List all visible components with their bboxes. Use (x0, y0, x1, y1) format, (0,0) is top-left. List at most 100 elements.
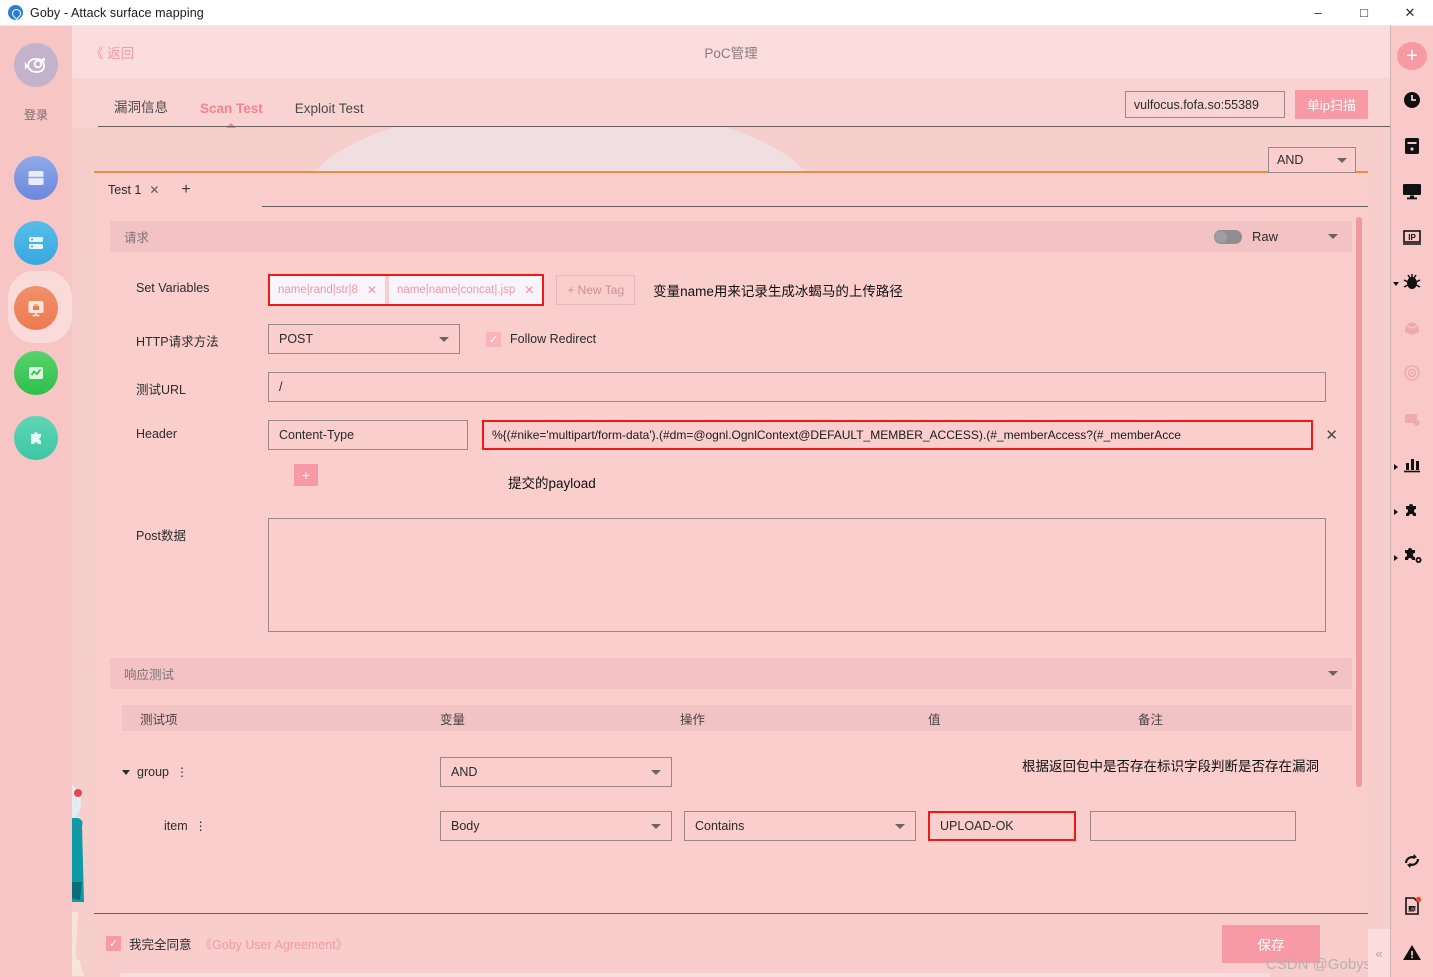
scrollbar-track[interactable] (1356, 211, 1365, 907)
monitor-item[interactable] (1391, 171, 1433, 217)
variable-tag[interactable]: name|rand|str|8 ✕ (270, 276, 385, 304)
item-menu-icon[interactable]: ⋮ (195, 820, 207, 832)
set-variables-label: Set Variables (136, 281, 210, 295)
recent-tasks-item[interactable] (1391, 80, 1433, 126)
reports-item[interactable] (1391, 444, 1433, 490)
column-header-operation: 操作 (680, 712, 706, 727)
vuln-scan-item[interactable] (1391, 353, 1433, 399)
collapse-handle[interactable]: « (1368, 929, 1390, 977)
test-tab-1[interactable]: Test 1 ✕ (108, 183, 159, 197)
agreement-checkbox[interactable]: ✓ (106, 936, 121, 951)
request-section-title: 请求 (124, 231, 150, 245)
header-add-button[interactable]: + (294, 464, 318, 486)
variable-tag[interactable]: name|name|concat|.jsp ✕ (388, 276, 543, 304)
new-tag-button[interactable]: + New Tag (556, 275, 636, 305)
chevron-down-icon (895, 823, 905, 829)
close-icon[interactable]: ✕ (149, 183, 159, 197)
agreement-link[interactable]: 《Goby User Agreement》 (200, 934, 349, 953)
vuln-group-item[interactable] (1391, 262, 1433, 308)
tab-vuln-info[interactable]: 漏洞信息 (98, 96, 184, 127)
sidebar-login-label[interactable]: 登录 (0, 106, 72, 123)
header-value-input[interactable]: %{(#nike='multipart/form-data').(#dm=@og… (482, 420, 1314, 450)
application-body: 《 返回 PoC管理 漏洞信息 Scan Test Exploit Test 单… (72, 26, 1390, 977)
header-remove-icon[interactable]: ✕ (1325, 426, 1338, 444)
expand-triangle-icon[interactable] (122, 769, 130, 775)
group-row-name[interactable]: group ⋮ (122, 765, 440, 779)
box-icon (1401, 318, 1423, 343)
response-section-header[interactable]: 响应测试 (110, 658, 1352, 689)
agreement-row[interactable]: ✓ 我完全同意 《Goby User Agreement》 (106, 934, 348, 953)
minimize-icon[interactable]: – (1295, 0, 1341, 26)
remove-icon[interactable]: ✕ (367, 283, 377, 297)
post-data-row: Post数据 (110, 492, 1352, 632)
item-value-input[interactable]: UPLOAD-OK (928, 811, 1076, 841)
follow-redirect-row[interactable]: ✓ Follow Redirect (486, 331, 597, 347)
ip-item[interactable]: IP (1391, 216, 1433, 262)
test-url-label: 测试URL (136, 383, 187, 397)
chevron-down-icon[interactable] (1328, 671, 1338, 676)
variables-annotation: 变量name用来记录生成冰蝎马的上传路径 (653, 284, 903, 299)
poc-editor-card: Test 1 ✕ + AND 请求 Raw Set Variables name… (94, 147, 1368, 911)
target-controls: 单ip扫描 (1124, 90, 1368, 119)
item-operation-select[interactable]: Contains (684, 811, 916, 841)
logic-operator-select[interactable]: AND (1268, 147, 1356, 173)
group-variable-select[interactable]: AND (440, 757, 672, 787)
request-section-header[interactable]: 请求 Raw (110, 221, 1352, 252)
plugin-settings-item[interactable] (1391, 535, 1433, 581)
follow-redirect-checkbox[interactable]: ✓ (486, 331, 501, 347)
http-method-select[interactable]: POST (268, 324, 460, 354)
follow-redirect-label: Follow Redirect (510, 332, 597, 346)
db-lock-icon (1401, 409, 1423, 434)
group-menu-icon[interactable]: ⋮ (176, 766, 188, 778)
sidebar-item-stats[interactable] (0, 340, 72, 405)
test-url-row: 测试URL / (110, 354, 1352, 402)
raw-toggle[interactable] (1213, 229, 1242, 244)
item-remark-input[interactable] (1090, 811, 1296, 841)
ip-icon: IP (1401, 227, 1423, 252)
chevron-down-icon (651, 823, 661, 829)
chevron-right-icon (1393, 463, 1398, 470)
window-titlebar: Goby - Attack surface mapping – □ ✕ (0, 0, 1433, 26)
sidebar-item-logo[interactable] (0, 26, 72, 104)
close-icon[interactable]: ✕ (1387, 0, 1433, 26)
asset-database-icon (14, 220, 58, 265)
goby-fish-logo-icon (8, 5, 23, 20)
item-label: item (164, 819, 188, 833)
refresh-item[interactable] (1391, 841, 1433, 887)
single-ip-scan-button[interactable]: 单ip扫描 (1294, 90, 1368, 119)
header-label: Header (136, 427, 177, 441)
item-variable-value: Body (451, 819, 480, 833)
add-task-button[interactable]: + (1397, 42, 1427, 70)
remove-icon[interactable]: ✕ (524, 283, 534, 297)
post-data-textarea[interactable] (268, 518, 1326, 632)
maximize-icon[interactable]: □ (1341, 0, 1387, 26)
add-test-tab-button[interactable]: + (181, 181, 190, 199)
window-title: Goby - Attack surface mapping (30, 5, 204, 20)
chevron-down-icon[interactable] (1328, 234, 1338, 239)
svg-text:IP: IP (1408, 233, 1416, 242)
tab-scan-test[interactable]: Scan Test (184, 101, 279, 128)
target-input[interactable] (1124, 91, 1285, 118)
table-row: 根据返回包中是否存在标识字段判断是否存在漏洞 item ⋮ Body Conta… (122, 759, 1352, 841)
vulnerability-bug-monitor-icon (14, 285, 58, 330)
sidebar-item-scan[interactable] (0, 145, 72, 210)
sidebar-item-asset[interactable] (0, 210, 72, 275)
vuln-box-item[interactable] (1391, 307, 1433, 353)
variables-tag-box: name|rand|str|8 ✕ name|name|concat|.jsp … (268, 274, 545, 306)
vuln-db-item[interactable] (1391, 398, 1433, 444)
sidebar-item-vuln[interactable] (0, 271, 72, 343)
plugins-item[interactable] (1391, 490, 1433, 536)
payload-annotation: 提交的payload (508, 476, 596, 491)
item-variable-select[interactable]: Body (440, 811, 672, 841)
tab-exploit-test[interactable]: Exploit Test (279, 101, 380, 127)
statistics-chart-icon (14, 350, 58, 395)
server-item[interactable] (1391, 125, 1433, 171)
logs-item[interactable]: Log (1391, 886, 1433, 932)
test-url-input[interactable]: / (268, 372, 1326, 402)
sidebar-item-plugin[interactable] (0, 405, 72, 470)
scrollbar-thumb[interactable] (1356, 217, 1362, 787)
alerts-item[interactable] (1391, 932, 1433, 977)
header-key-input[interactable]: Content-Type (268, 420, 468, 450)
item-row-name[interactable]: item ⋮ (122, 819, 440, 833)
response-annotation: 根据返回包中是否存在标识字段判断是否存在漏洞 (1022, 759, 1319, 774)
